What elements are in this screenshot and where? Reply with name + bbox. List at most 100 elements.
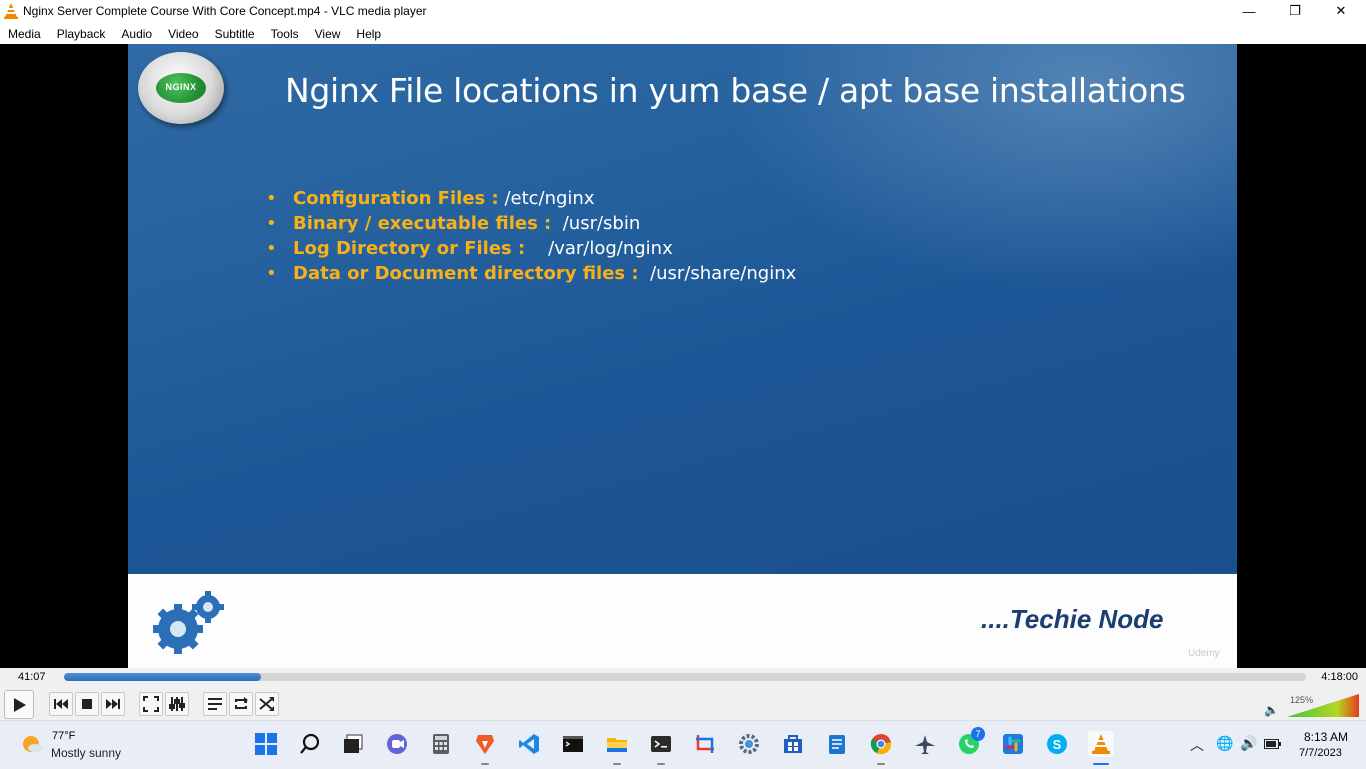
volume-icon[interactable]: 🔊 bbox=[1240, 735, 1257, 752]
bullet-icon: • bbox=[266, 213, 277, 234]
running-indicator bbox=[1093, 763, 1109, 765]
taskbar-app-notepad[interactable] bbox=[824, 731, 850, 757]
play-button[interactable] bbox=[4, 690, 34, 719]
extended-settings-button[interactable] bbox=[165, 692, 189, 716]
list-item: • Configuration Files : /etc/nginx bbox=[266, 186, 796, 211]
list-item: • Log Directory or Files : /var/log/nginx bbox=[266, 236, 796, 261]
slack-icon bbox=[1003, 734, 1023, 754]
taskbar-app-skype[interactable]: S bbox=[1044, 731, 1070, 757]
language-globe-icon[interactable]: 🌐 bbox=[1216, 735, 1233, 752]
playlist-button[interactable] bbox=[203, 692, 227, 716]
task-view-icon bbox=[344, 734, 363, 753]
terminal-icon bbox=[651, 736, 671, 752]
taskbar-app-chat[interactable] bbox=[384, 731, 410, 757]
fullscreen-button[interactable] bbox=[139, 692, 163, 716]
bullet-list: • Configuration Files : /etc/nginx • Binar… bbox=[266, 186, 796, 286]
menu-tools[interactable]: Tools bbox=[263, 22, 307, 44]
vlc-cone-icon bbox=[4, 3, 18, 19]
running-indicator bbox=[613, 763, 621, 765]
bullet-label: Log Directory or Files : bbox=[293, 238, 526, 259]
list-item: • Data or Document directory files : /usr… bbox=[266, 261, 796, 286]
taskbar-app-terminal[interactable] bbox=[648, 731, 674, 765]
bullet-label: Configuration Files : bbox=[293, 188, 499, 209]
shuffle-button[interactable] bbox=[255, 692, 279, 716]
taskbar-app-fighter[interactable] bbox=[912, 731, 938, 757]
close-button[interactable]: ✕ bbox=[1318, 0, 1364, 22]
taskbar-app-store[interactable] bbox=[780, 731, 806, 757]
search-button[interactable] bbox=[297, 731, 323, 757]
clock-time[interactable]: 8:13 AM bbox=[1304, 730, 1348, 744]
bullet-value: /usr/sbin bbox=[562, 213, 641, 234]
maximize-button[interactable]: ❐ bbox=[1272, 0, 1318, 22]
menu-playback[interactable]: Playback bbox=[49, 22, 114, 44]
taskbar-app-chrome[interactable] bbox=[868, 731, 894, 765]
folder-icon bbox=[607, 738, 627, 752]
running-indicator bbox=[877, 763, 885, 765]
brave-browser-icon bbox=[476, 735, 494, 754]
vlc-cone-icon bbox=[1092, 734, 1110, 754]
taskbar-app-whatsapp[interactable]: 7 bbox=[956, 727, 985, 757]
menu-media[interactable]: Media bbox=[0, 22, 49, 44]
speaker-icon[interactable]: 🔈 bbox=[1264, 703, 1279, 717]
chevron-up-icon[interactable]: ︿ bbox=[1190, 735, 1204, 755]
volume-slider[interactable] bbox=[1287, 694, 1359, 717]
minimize-button[interactable]: — bbox=[1226, 0, 1272, 22]
command-prompt-icon bbox=[563, 736, 583, 752]
bullet-icon: • bbox=[266, 263, 277, 284]
search-icon bbox=[300, 733, 320, 754]
taskbar-app-settings[interactable] bbox=[736, 731, 762, 757]
skip-previous-icon bbox=[54, 699, 68, 709]
seek-row: 41:07 4:18:00 bbox=[0, 668, 1366, 688]
slide-body bbox=[128, 44, 1237, 574]
skip-next-icon bbox=[106, 699, 120, 709]
menu-audio[interactable]: Audio bbox=[113, 22, 160, 44]
shuffle-icon bbox=[259, 697, 274, 711]
total-time[interactable]: 4:18:00 bbox=[1321, 671, 1358, 683]
weather-temperature[interactable]: 77°F bbox=[52, 730, 75, 742]
task-view-button[interactable] bbox=[340, 731, 366, 757]
notification-badge: 7 bbox=[971, 727, 985, 741]
battery-icon[interactable] bbox=[1264, 739, 1282, 749]
loop-icon bbox=[235, 697, 248, 709]
video-display[interactable]: NGINX Nginx File locations in yum base /… bbox=[0, 44, 1366, 668]
menu-subtitle[interactable]: Subtitle bbox=[207, 22, 263, 44]
loop-button[interactable] bbox=[229, 692, 253, 716]
taskbar-app-slack[interactable] bbox=[1000, 731, 1026, 757]
weather-condition[interactable]: Mostly sunny bbox=[51, 746, 121, 760]
next-button[interactable] bbox=[101, 692, 125, 716]
chrome-icon bbox=[870, 734, 892, 754]
notepad-icon bbox=[829, 735, 845, 754]
taskbar-app-brave[interactable] bbox=[472, 731, 498, 765]
running-indicator bbox=[657, 763, 665, 765]
taskbar-app-calculator[interactable] bbox=[428, 731, 454, 757]
seek-slider[interactable] bbox=[64, 673, 1306, 681]
nginx-logo-text: NGINX bbox=[165, 82, 197, 92]
stop-button[interactable] bbox=[75, 692, 99, 716]
seek-progress bbox=[64, 673, 262, 681]
taskbar-app-file-explorer[interactable] bbox=[604, 731, 630, 765]
clock-date[interactable]: 7/7/2023 bbox=[1299, 747, 1342, 759]
nginx-logo: NGINX bbox=[138, 52, 224, 124]
stop-icon bbox=[82, 699, 92, 709]
elapsed-time: 41:07 bbox=[18, 671, 46, 683]
menu-view[interactable]: View bbox=[307, 22, 349, 44]
taskbar-app-snipping-tool[interactable] bbox=[692, 731, 718, 757]
windows-start-icon bbox=[255, 733, 277, 755]
techie-node-brand: ....Techie Node bbox=[981, 604, 1164, 634]
gears-icon bbox=[153, 591, 224, 654]
taskbar-app-vscode[interactable] bbox=[516, 731, 542, 757]
menu-help[interactable]: Help bbox=[348, 22, 389, 44]
taskbar-app-vlc[interactable] bbox=[1088, 731, 1114, 765]
weather-sun-icon[interactable] bbox=[20, 732, 44, 756]
bullet-value: /etc/nginx bbox=[504, 188, 595, 209]
start-button[interactable] bbox=[253, 731, 279, 757]
fullscreen-icon bbox=[143, 696, 159, 712]
menu-video[interactable]: Video bbox=[160, 22, 206, 44]
svg-text:S: S bbox=[1053, 737, 1062, 752]
equalizer-icon bbox=[169, 697, 185, 711]
controls-bar: 🔈 125% bbox=[0, 688, 1366, 720]
previous-button[interactable] bbox=[49, 692, 73, 716]
taskbar: 77°F Mostly sunny 7 S ︿ 🌐 🔊 8:13 AM 7/7/… bbox=[0, 720, 1366, 769]
playlist-icon bbox=[208, 698, 222, 710]
taskbar-app-cmd[interactable] bbox=[560, 731, 586, 757]
